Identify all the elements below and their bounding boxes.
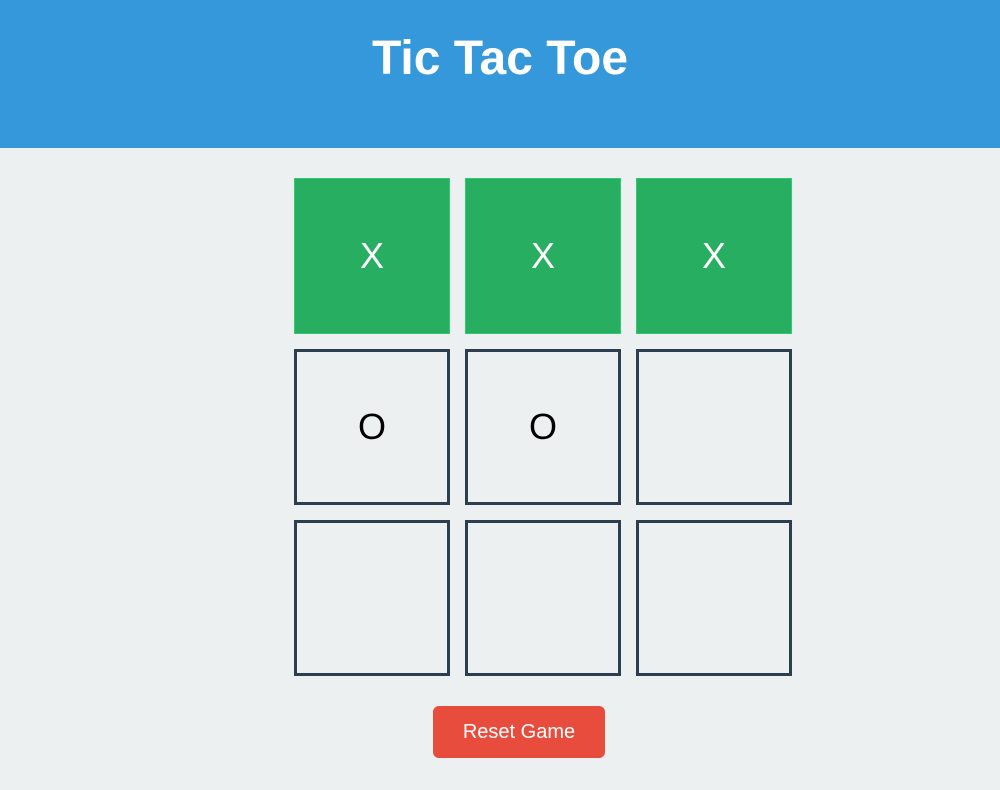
app-header: Tic Tac Toe [0,0,1000,148]
board-cell-2[interactable]: X [636,178,792,334]
board-cell-7[interactable] [465,520,621,676]
board-cell-6[interactable] [294,520,450,676]
page-title: Tic Tac Toe [371,32,629,85]
board-cell-5[interactable] [636,349,792,505]
board-cell-8[interactable] [636,520,792,676]
board-cell-4[interactable]: O [465,349,621,505]
board-cell-0[interactable]: X [294,178,450,334]
game-board: X X X O O [294,178,792,676]
board-cell-3[interactable]: O [294,349,450,505]
reset-game-button[interactable]: Reset Game [433,706,605,758]
board-cell-1[interactable]: X [465,178,621,334]
